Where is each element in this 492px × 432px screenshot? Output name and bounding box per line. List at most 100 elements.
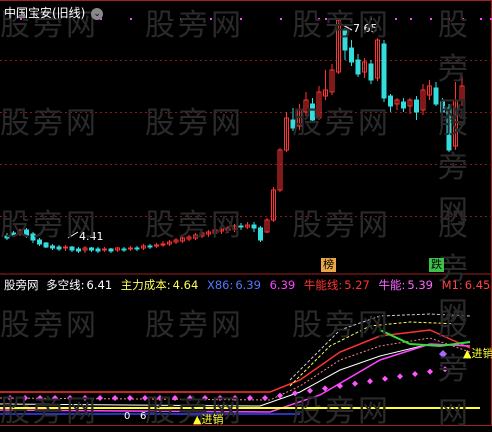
candle-body [355,59,361,75]
candle-body [349,47,354,63]
chevron-down-icon[interactable]: ⌄ [91,7,104,20]
candle-body [24,229,29,236]
bottom-label: 6 [140,411,147,422]
buy-signal-label: ▲进销 [463,347,492,360]
legend-label: 牛能: [378,278,406,292]
diamond-marker [367,378,373,385]
legend-value: 6.39 [235,278,261,292]
buy-signal-label: ▲进销 [193,413,224,426]
legend-value: 6.41 [86,278,113,292]
top-marker-dot [370,18,372,20]
candle-body [388,95,393,107]
diamond-marker [397,373,403,380]
diamond-marker [142,395,148,401]
green-line [379,329,471,348]
top-marker-dot [395,18,397,20]
candle-body [56,246,62,250]
diamond-marker [352,380,358,387]
top-marker-dot [180,18,182,20]
candle-body [76,248,81,252]
candle-body [147,245,153,248]
top-marker-dot [462,18,464,20]
diamond-marker [307,387,313,394]
candlestick-series [4,18,465,253]
stock-title: 中国宝安(旧线) ⌄ [4,4,104,21]
top-marker-dot [480,18,482,20]
candle-body [342,29,348,51]
candle-body [258,227,263,241]
diamond-marker [292,390,298,397]
candle-body [290,119,296,129]
top-marker-dot [280,18,282,20]
diamond-marker [187,395,193,401]
diamond-marker [127,395,133,401]
candle-body [30,233,36,241]
candle-body [108,248,114,252]
diamond-marker [82,395,88,401]
grid-lines [0,60,492,217]
stock-title-text: 中国宝安(旧线) [4,6,86,20]
event-tag[interactable]: 跌 [429,258,444,272]
legend-value: 6.45 [464,278,491,292]
indicator-name: 股旁网 [4,278,39,292]
legend-label: M1: [441,278,463,292]
legend-label: 主力成本: [120,278,171,292]
candle-body [160,243,166,246]
diamond-marker [52,395,58,401]
diamond-marker [37,395,43,401]
candle-body [401,101,406,109]
candle-body [43,242,49,248]
top-marker-dot [130,18,132,20]
diamond-marker [202,395,208,401]
diamond-marker [22,395,28,401]
candle-body [128,247,133,250]
candle-body [4,235,10,239]
candle-body [414,99,419,113]
buy-signal-text: 进销 [471,347,492,360]
legend-value: 5.39 [407,278,433,292]
diamond-marker [97,395,103,401]
candle-body [251,224,257,229]
diamond-marker [7,395,13,401]
low-price-label: 4.41 [79,230,104,243]
candle-body [89,247,94,251]
diamond-marker [427,368,433,375]
candle-body [37,239,42,245]
legend-label: X86: [206,278,234,292]
chart-canvas: 7.65 4.41 [0,0,492,426]
legend-value: 5.27 [344,278,370,292]
high-pointer [340,23,353,31]
legend-value: 6.39 [269,278,296,292]
top-marker-dot [318,18,320,20]
top-marker-dot [410,18,412,20]
top-marker-dot [430,18,432,20]
candle-body [238,225,244,228]
legend-label: 牛能线: [303,278,343,292]
candle-body [154,244,159,247]
candle-body [121,248,127,251]
purple-diamond [439,350,447,358]
candle-body [95,248,101,252]
buy-signal-text: 进销 [201,413,224,426]
candle-body [63,246,68,249]
diamond-marker [157,395,163,401]
indicator-legend: 股旁网 多空线: 6.41 主力成本: 4.64 X86: 6.39 6.39 牛能线… [4,277,490,293]
diamond-marker [412,371,418,377]
top-marker-dot [448,18,450,20]
candle-body [11,232,16,236]
diamond-marker [112,395,118,401]
high-price-label: 7.65 [353,22,378,35]
candle-body [368,63,374,81]
top-marker-dot [325,18,327,20]
candle-body [50,245,55,249]
diamond-marker [382,375,388,382]
event-tag[interactable]: 榜 [321,258,336,272]
candle-body [433,87,439,105]
candle-body [440,101,445,113]
candle-body [134,247,140,250]
low-pointer [67,231,79,239]
diamond-marker [172,395,178,401]
bottom-label: 0 [124,411,131,422]
indicator-series [0,313,480,415]
candle-body [446,107,452,151]
